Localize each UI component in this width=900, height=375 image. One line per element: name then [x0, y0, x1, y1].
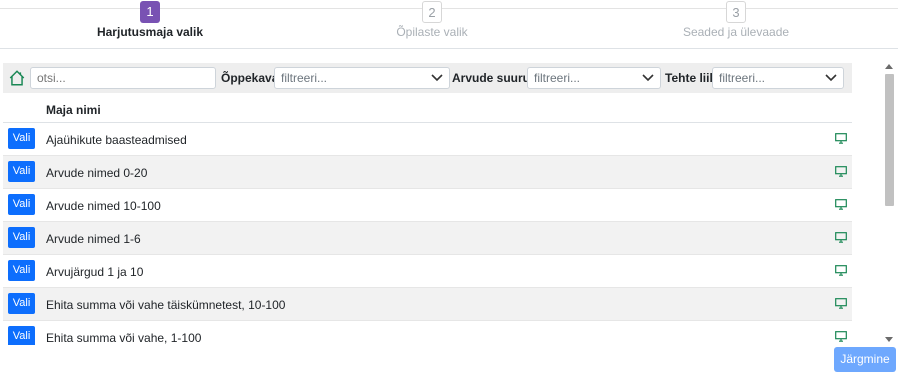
- scroll-down-arrow-icon[interactable]: [885, 337, 893, 342]
- table-row: Vali Ajaühikute baasteadmised: [3, 123, 852, 156]
- operation-label: Tehte liik: [665, 71, 717, 85]
- select-button[interactable]: Vali: [8, 227, 35, 248]
- select-button[interactable]: Vali: [8, 260, 35, 281]
- step-2-label: Õpilaste valik: [396, 25, 468, 39]
- table-row: Vali Arvude nimed 0-20: [3, 156, 852, 189]
- stepper: 1 Harjutusmaja valik 2 Õpilaste valik 3 …: [0, 0, 898, 49]
- house-name: Arvude nimed 10-100: [46, 199, 161, 213]
- select-button[interactable]: Vali: [8, 194, 35, 215]
- monitor-icon: [835, 199, 847, 210]
- house-name: Arvude nimed 0-20: [46, 166, 148, 180]
- table-header: Maja nimi: [3, 95, 852, 123]
- chevron-down-icon: [642, 74, 654, 82]
- select-button[interactable]: Vali: [8, 128, 35, 149]
- monitor-icon: [835, 133, 847, 144]
- scroll-up-arrow-icon[interactable]: [885, 64, 893, 69]
- number-size-label: Arvude suurus: [452, 71, 537, 85]
- step-3-label: Seaded ja ülevaade: [682, 25, 790, 39]
- table-scrollbar[interactable]: [883, 62, 895, 344]
- curriculum-select-value: filtreeri...: [281, 71, 328, 85]
- curriculum-select[interactable]: filtreeri...: [274, 67, 450, 89]
- table-row: Vali Ehita summa või vahe täiskümnetest,…: [3, 288, 852, 321]
- monitor-icon: [835, 166, 847, 177]
- monitor-icon: [835, 298, 847, 309]
- monitor-icon: [835, 265, 847, 276]
- select-button[interactable]: Vali: [8, 293, 35, 314]
- chevron-down-icon: [825, 74, 837, 82]
- step-1-number: 1: [140, 1, 160, 23]
- house-name: Ehita summa või vahe täiskümnetest, 10-1…: [46, 298, 286, 312]
- operation-select-value: filtreeri...: [719, 71, 766, 85]
- step-3[interactable]: 3 Seaded ja ülevaade: [586, 0, 886, 39]
- house-table: Maja nimi Vali Ajaühikute baasteadmised …: [3, 95, 852, 345]
- table-row: Vali Arvujärgud 1 ja 10: [3, 255, 852, 288]
- table-row: Vali Ehita summa või vahe, 1-100: [3, 321, 852, 345]
- column-header-house-name[interactable]: Maja nimi: [46, 103, 101, 117]
- number-size-select-value: filtreeri...: [534, 71, 581, 85]
- select-button[interactable]: Vali: [8, 326, 35, 345]
- number-size-select[interactable]: filtreeri...: [527, 67, 661, 89]
- filter-bar: Õppekava filtreeri... Arvude suurus filt…: [3, 63, 852, 93]
- monitor-icon: [835, 232, 847, 243]
- house-icon: [9, 70, 25, 86]
- next-button[interactable]: Järgmine: [834, 347, 896, 372]
- house-name: Ehita summa või vahe, 1-100: [46, 331, 202, 345]
- curriculum-label: Õppekava: [221, 71, 279, 85]
- step-1-label: Harjutusmaja valik: [96, 25, 204, 39]
- table-row: Vali Arvude nimed 10-100: [3, 189, 852, 222]
- step-2[interactable]: 2 Õpilaste valik: [282, 0, 582, 39]
- select-button[interactable]: Vali: [8, 161, 35, 182]
- chevron-down-icon: [431, 74, 443, 82]
- house-name: Ajaühikute baasteadmised: [46, 133, 187, 147]
- house-name: Arvujärgud 1 ja 10: [46, 265, 144, 279]
- step-3-number: 3: [726, 1, 746, 23]
- house-name: Arvude nimed 1-6: [46, 232, 141, 246]
- search-input[interactable]: [30, 67, 216, 89]
- step-1[interactable]: 1 Harjutusmaja valik: [0, 0, 300, 39]
- operation-select[interactable]: filtreeri...: [712, 67, 844, 89]
- monitor-icon: [835, 331, 847, 342]
- home-button[interactable]: [6, 66, 28, 90]
- step-2-number: 2: [422, 1, 442, 23]
- table-row: Vali Arvude nimed 1-6: [3, 222, 852, 255]
- scrollbar-thumb[interactable]: [885, 74, 894, 206]
